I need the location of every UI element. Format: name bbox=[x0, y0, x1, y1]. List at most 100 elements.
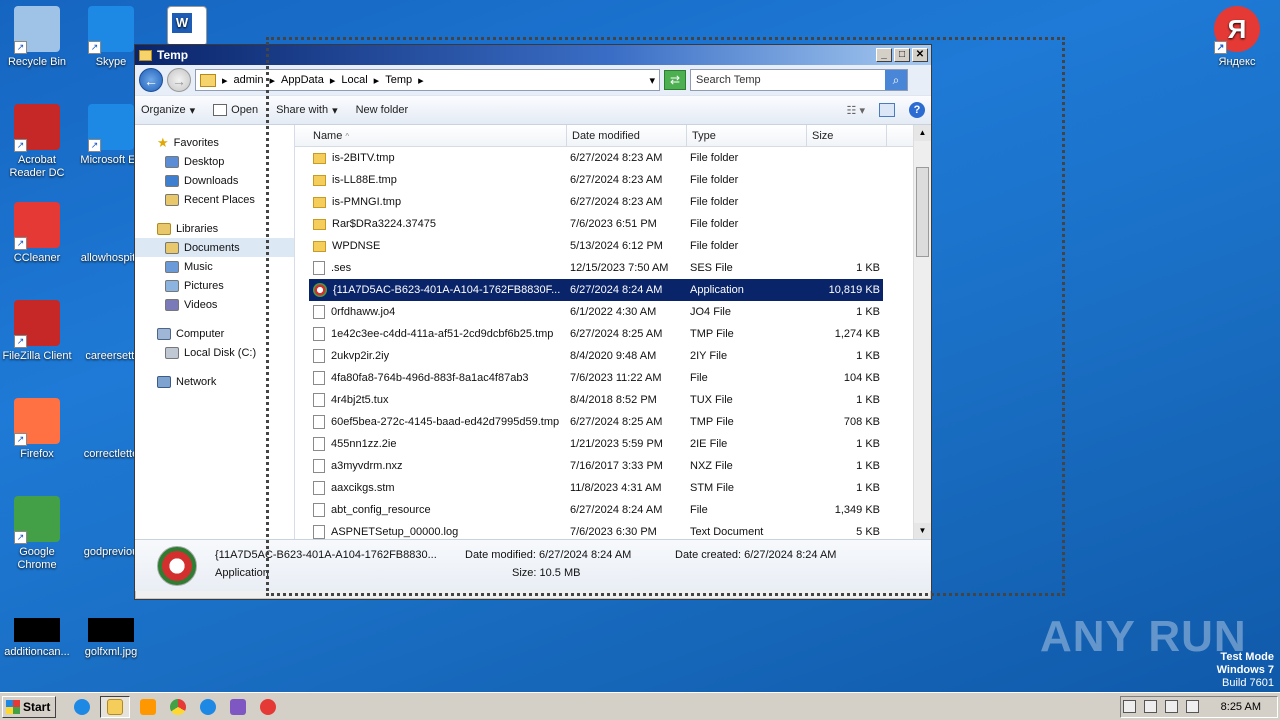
minimize-button[interactable]: _ bbox=[876, 48, 892, 62]
file-row[interactable]: WPDNSE 5/13/2024 6:12 PM File folder bbox=[309, 235, 883, 257]
nav-item-recent-places[interactable]: Recent Places bbox=[135, 190, 294, 209]
desktop-icon[interactable]: ↗ Firefox bbox=[0, 398, 74, 461]
file-row[interactable]: ASPNETSetup_00000.log 7/6/2023 6:30 PM Tex… bbox=[309, 521, 883, 539]
file-type: Application bbox=[690, 284, 744, 296]
refresh-button[interactable]: ⇄ bbox=[664, 70, 686, 90]
window-titlebar[interactable]: Temp _ □ ✕ bbox=[135, 45, 931, 65]
back-button[interactable]: ← bbox=[139, 68, 163, 92]
file-name-cell: Rar$DRa3224.37475 bbox=[309, 218, 567, 230]
file-type: TMP File bbox=[690, 328, 734, 340]
column-type[interactable]: Type bbox=[687, 125, 807, 146]
nav-item-pictures[interactable]: Pictures bbox=[135, 276, 294, 295]
explorer-window[interactable]: Temp _ □ ✕ ← → ▸ admin ▸ AppData ▸ Local… bbox=[134, 44, 932, 600]
help-icon[interactable]: ? bbox=[909, 102, 925, 118]
scroll-up-icon[interactable]: ▲ bbox=[914, 125, 931, 141]
nav-item-documents[interactable]: Documents bbox=[135, 238, 294, 257]
nav-item-desktop[interactable]: Desktop bbox=[135, 152, 294, 171]
file-row[interactable]: is-PMNGI.tmp 6/27/2024 8:23 AM File folder bbox=[309, 191, 883, 213]
file-icon bbox=[313, 503, 325, 517]
preview-pane-icon[interactable] bbox=[879, 103, 895, 117]
file-row[interactable]: Rar$DRa3224.37475 7/6/2023 6:51 PM File fo… bbox=[309, 213, 883, 235]
search-placeholder: Search Temp bbox=[696, 74, 761, 86]
file-row[interactable]: 1e42c3ee-c4dd-411a-af51-2cd9dcbf6b25.tmp… bbox=[309, 323, 883, 345]
file-date: 8/4/2020 9:48 AM bbox=[570, 350, 657, 362]
file-row[interactable]: abt_config_resource 6/27/2024 8:24 AM File… bbox=[309, 499, 883, 521]
desktop-icon[interactable]: ↗ CCleaner bbox=[0, 202, 74, 265]
desktop-icon-label: Google Chrome bbox=[17, 546, 57, 571]
ie-icon[interactable] bbox=[70, 696, 94, 718]
file-size: 1 KB bbox=[856, 394, 880, 406]
details-date-created: Date created: 6/27/2024 8:24 AM bbox=[675, 549, 837, 561]
desktop-icon[interactable]: golfxml.jpg bbox=[74, 612, 148, 659]
edge-icon[interactable] bbox=[196, 696, 220, 718]
new-folder-button[interactable]: New folder bbox=[356, 104, 409, 116]
nav-favorites[interactable]: ★ Favorites bbox=[135, 133, 294, 152]
search-input[interactable]: Search Temp ⌕ bbox=[690, 69, 908, 91]
clock[interactable]: 8:25 AM bbox=[1221, 701, 1261, 713]
nav-item-local-disk-c-[interactable]: Local Disk (C:) bbox=[135, 343, 294, 362]
vpn-icon[interactable] bbox=[226, 696, 250, 718]
yandex-icon[interactable] bbox=[256, 696, 280, 718]
volume-icon[interactable] bbox=[1164, 700, 1178, 713]
start-button[interactable]: Start bbox=[2, 695, 56, 718]
nav-item-videos[interactable]: Videos bbox=[135, 295, 294, 314]
maximize-button[interactable]: □ bbox=[894, 48, 910, 62]
open-button[interactable]: Open bbox=[213, 104, 258, 116]
file-row[interactable]: 455nn1zz.2ie 1/21/2023 5:59 PM 2IE File 1 K… bbox=[309, 433, 883, 455]
address-bar[interactable]: ▸ admin ▸ AppData ▸ Local ▸ Temp ▸ ▾ bbox=[195, 69, 660, 91]
file-row[interactable]: 4fa80fa8-764b-496d-883f-8a1ac4f87ab3 7/6/… bbox=[309, 367, 883, 389]
explorer-icon[interactable] bbox=[100, 695, 130, 718]
file-row[interactable]: .ses 12/15/2023 7:50 AM SES File 1 KB bbox=[309, 257, 883, 279]
file-row[interactable]: 4r4bj2t5.tux 8/4/2018 8:52 PM TUX File 1 KB bbox=[309, 389, 883, 411]
shortcut-arrow-icon: ↗ bbox=[14, 335, 27, 348]
file-row[interactable]: is-LL88E.tmp 6/27/2024 8:23 AM File folder bbox=[309, 169, 883, 191]
organize-button[interactable]: Organize ▾ bbox=[141, 104, 195, 117]
nav-computer[interactable]: Computer bbox=[135, 324, 294, 343]
desktop-icon-label: Recycle Bin bbox=[7, 56, 67, 68]
breadcrumb-temp[interactable]: Temp bbox=[385, 74, 412, 86]
open-icon bbox=[213, 104, 228, 116]
chrome-icon[interactable] bbox=[166, 696, 190, 718]
flag-icon[interactable] bbox=[1185, 700, 1199, 713]
close-button[interactable]: ✕ bbox=[912, 48, 928, 62]
breadcrumb-appdata[interactable]: AppData bbox=[281, 74, 324, 86]
file-row[interactable]: 60ef5bea-272c-4145-baad-ed42d7995d59.tmp… bbox=[309, 411, 883, 433]
nav-item-downloads[interactable]: Downloads bbox=[135, 171, 294, 190]
desktop-icon[interactable]: ↗ Google Chrome bbox=[0, 496, 74, 572]
desktop-icon[interactable]: additioncan... bbox=[0, 612, 74, 659]
breadcrumb-local[interactable]: Local bbox=[341, 74, 367, 86]
network-icon[interactable] bbox=[1143, 700, 1157, 713]
column-date[interactable]: Date modified bbox=[567, 125, 687, 146]
chevron-down-icon[interactable]: ▾ bbox=[649, 74, 655, 87]
file-row[interactable]: aaxcikgs.stm 11/8/2023 4:31 AM STM File 1 K… bbox=[309, 477, 883, 499]
nav-network[interactable]: Network bbox=[135, 372, 294, 391]
shortcut-arrow-icon: ↗ bbox=[14, 531, 27, 544]
file-row[interactable]: {11A7D5AC-B623-401A-A104-1762FB8830F... 6… bbox=[309, 279, 883, 301]
folder-icon bbox=[165, 279, 179, 292]
file-row[interactable]: 0rfdhaww.jo4 6/1/2022 4:30 AM JO4 File 1 KB bbox=[309, 301, 883, 323]
breadcrumb-admin[interactable]: admin bbox=[234, 74, 264, 86]
desktop-icon[interactable]: ↗ FileZilla Client bbox=[0, 300, 74, 363]
file-row[interactable]: 2ukvp2ir.2iy 8/4/2020 9:48 AM 2IY File 1 KB bbox=[309, 345, 883, 367]
vertical-scrollbar[interactable]: ▲ ▼ bbox=[913, 125, 931, 539]
view-options-icon[interactable]: ☷ ▾ bbox=[847, 104, 865, 117]
nav-item-music[interactable]: Music bbox=[135, 257, 294, 276]
forward-button[interactable]: → bbox=[167, 68, 191, 92]
desktop-icon[interactable]: ↗ Recycle Bin bbox=[0, 6, 74, 69]
scroll-thumb[interactable] bbox=[916, 167, 929, 257]
desktop-icon-yandex[interactable]: Я ↗ Яндекс bbox=[1200, 6, 1274, 69]
search-icon[interactable]: ⌕ bbox=[885, 70, 907, 90]
file-row[interactable]: a3myvdrm.nxz 7/16/2017 3:33 PM NXZ File 1 K… bbox=[309, 455, 883, 477]
file-row[interactable]: is-2BITV.tmp 6/27/2024 8:23 AM File folder bbox=[309, 147, 883, 169]
desktop-icon[interactable]: ↗ Acrobat Reader DC bbox=[0, 104, 74, 180]
media-player-icon[interactable] bbox=[136, 696, 160, 718]
nav-libraries[interactable]: Libraries bbox=[135, 219, 294, 238]
share-with-button[interactable]: Share with ▾ bbox=[276, 104, 338, 117]
tray-icon[interactable] bbox=[1122, 700, 1136, 713]
folder-icon bbox=[165, 298, 179, 311]
scroll-down-icon[interactable]: ▼ bbox=[914, 523, 931, 539]
column-name[interactable]: Name ^ bbox=[295, 125, 567, 146]
network-icon bbox=[157, 375, 171, 388]
file-date: 7/6/2023 11:22 AM bbox=[570, 372, 662, 384]
column-size[interactable]: Size bbox=[807, 125, 887, 146]
